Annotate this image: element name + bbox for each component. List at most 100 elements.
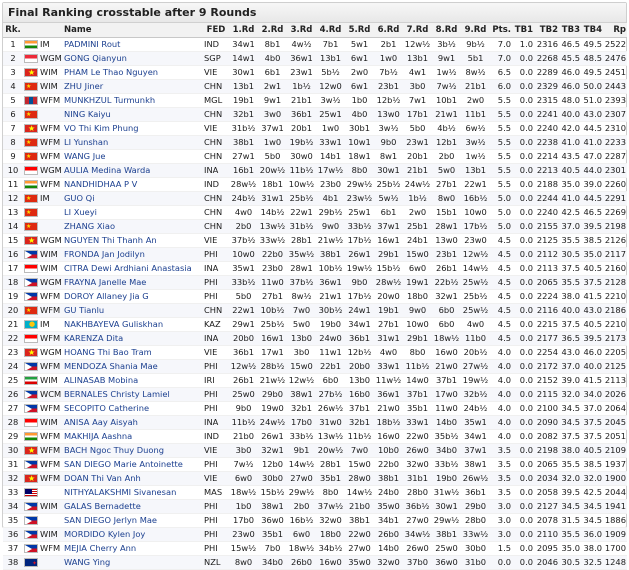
- player-name-link[interactable]: GALAS Bernadette: [63, 499, 203, 514]
- round-result-cell[interactable]: 37w1: [258, 121, 287, 136]
- round-result-cell[interactable]: 16w1: [258, 331, 287, 346]
- round-result-cell[interactable]: 30b0: [258, 471, 287, 486]
- round-result-cell[interactable]: 14w0: [403, 373, 432, 388]
- round-result-cell[interactable]: 20w½: [316, 443, 345, 458]
- player-name-link[interactable]: FRONDA Jan Jodilyn: [63, 247, 203, 262]
- round-result-cell[interactable]: 16b1: [229, 163, 258, 178]
- column-header-tb4[interactable]: TB4: [581, 23, 603, 38]
- player-name-link[interactable]: BERNALES Christy Lamiel: [63, 387, 203, 402]
- round-result-cell[interactable]: 21b1: [461, 79, 490, 94]
- round-result-cell[interactable]: 36b1: [461, 485, 490, 500]
- round-result-cell[interactable]: 7w0: [345, 443, 374, 458]
- round-result-cell[interactable]: 19w½: [345, 261, 374, 276]
- player-name-link[interactable]: SECOPITO Catherine: [63, 401, 203, 416]
- round-result-cell[interactable]: 14b0: [432, 415, 461, 430]
- round-result-cell[interactable]: 2w0: [461, 93, 490, 108]
- round-result-cell[interactable]: 24b½: [461, 401, 490, 416]
- round-result-cell[interactable]: 22w0: [403, 429, 432, 444]
- player-name-link[interactable]: MUNKHZUL Turmunkh: [63, 93, 203, 108]
- round-result-cell[interactable]: 36b1: [229, 345, 258, 360]
- round-result-cell[interactable]: 38w1: [461, 457, 490, 472]
- round-result-cell[interactable]: 32w0: [374, 555, 403, 570]
- round-result-cell[interactable]: 10w0: [403, 317, 432, 332]
- round-result-cell[interactable]: 5b1: [461, 51, 490, 66]
- player-name-link[interactable]: WANG Ying: [63, 555, 203, 570]
- round-result-cell[interactable]: 38b1: [316, 247, 345, 262]
- round-result-cell[interactable]: 3b0: [287, 345, 316, 360]
- round-result-cell[interactable]: 9b1: [287, 443, 316, 458]
- round-result-cell[interactable]: 4b0: [345, 107, 374, 122]
- round-result-cell[interactable]: 8b0: [316, 485, 345, 500]
- round-result-cell[interactable]: 1b0: [345, 93, 374, 108]
- round-result-cell[interactable]: 10w½: [287, 177, 316, 192]
- round-result-cell[interactable]: 22w1: [229, 303, 258, 318]
- round-result-cell[interactable]: 6w0: [403, 261, 432, 276]
- round-result-cell[interactable]: 16w0: [432, 345, 461, 360]
- round-result-cell[interactable]: 8w1: [374, 149, 403, 164]
- round-result-cell[interactable]: 1b½: [403, 191, 432, 206]
- round-result-cell[interactable]: 33w½: [461, 527, 490, 542]
- round-result-cell[interactable]: 31b1: [403, 471, 432, 486]
- round-result-cell[interactable]: 4w0: [374, 345, 403, 360]
- round-result-cell[interactable]: 16w1: [374, 233, 403, 248]
- round-result-cell[interactable]: 19b1: [229, 93, 258, 108]
- round-result-cell[interactable]: 21b0: [229, 429, 258, 444]
- player-name-link[interactable]: LI Yunshan: [63, 135, 203, 150]
- round-result-cell[interactable]: 1w½: [461, 149, 490, 164]
- player-name-link[interactable]: ANISA Aay Aisyah: [63, 415, 203, 430]
- round-result-cell[interactable]: 13w½: [316, 429, 345, 444]
- player-name-link[interactable]: WANG Jue: [63, 149, 203, 164]
- round-result-cell[interactable]: 35b1: [258, 527, 287, 542]
- round-result-cell[interactable]: 5w0: [287, 317, 316, 332]
- round-result-cell[interactable]: 1w0: [258, 135, 287, 150]
- round-result-cell[interactable]: 9w1: [432, 51, 461, 66]
- round-result-cell[interactable]: 25b½: [258, 317, 287, 332]
- round-result-cell[interactable]: 34w½: [403, 527, 432, 542]
- round-result-cell[interactable]: 18b0: [316, 527, 345, 542]
- round-result-cell[interactable]: 5b0: [258, 149, 287, 164]
- round-result-cell[interactable]: 19b1: [374, 303, 403, 318]
- round-result-cell[interactable]: 22w1: [461, 177, 490, 192]
- round-result-cell[interactable]: 2w0: [345, 65, 374, 80]
- round-result-cell[interactable]: 35b½: [432, 429, 461, 444]
- round-result-cell[interactable]: 29b½: [316, 205, 345, 220]
- round-result-cell[interactable]: 1b½: [287, 79, 316, 94]
- round-result-cell[interactable]: 28b1: [316, 457, 345, 472]
- round-result-cell[interactable]: 29b1: [374, 247, 403, 262]
- round-result-cell[interactable]: 13b1: [403, 51, 432, 66]
- round-result-cell[interactable]: 23b1: [374, 79, 403, 94]
- player-name-link[interactable]: BACH Ngoc Thuy Duong: [63, 443, 203, 458]
- round-result-cell[interactable]: 32w0: [403, 457, 432, 472]
- round-result-cell[interactable]: 27w0: [345, 541, 374, 556]
- player-name-link[interactable]: HOANG Thi Bao Tram: [63, 345, 203, 360]
- column-header-round-9[interactable]: 9.Rd: [461, 23, 490, 38]
- round-result-cell[interactable]: 37w½: [316, 499, 345, 514]
- player-name-link[interactable]: ZHU Jiner: [63, 79, 203, 94]
- round-result-cell[interactable]: 13w0: [374, 107, 403, 122]
- round-result-cell[interactable]: 38b1: [229, 135, 258, 150]
- round-result-cell[interactable]: 12w½: [461, 247, 490, 262]
- player-name-link[interactable]: ALINASAB Mobina: [63, 373, 203, 388]
- round-result-cell[interactable]: 9b0: [374, 135, 403, 150]
- round-result-cell[interactable]: 21b1: [287, 93, 316, 108]
- round-result-cell[interactable]: 34w1: [461, 429, 490, 444]
- column-header-round-8[interactable]: 8.Rd: [432, 23, 461, 38]
- round-result-cell[interactable]: 15b½: [374, 261, 403, 276]
- round-result-cell[interactable]: 30b½: [316, 303, 345, 318]
- round-result-cell[interactable]: 6b0: [432, 317, 461, 332]
- round-result-cell[interactable]: 34b½: [316, 541, 345, 556]
- round-result-cell[interactable]: 9w1: [258, 93, 287, 108]
- round-result-cell[interactable]: 11b½: [403, 359, 432, 374]
- round-result-cell[interactable]: 27w1: [229, 149, 258, 164]
- round-result-cell[interactable]: 7w½: [229, 457, 258, 472]
- player-name-link[interactable]: MEJIA Cherry Ann: [63, 541, 203, 556]
- round-result-cell[interactable]: 5w1: [345, 37, 374, 52]
- round-result-cell[interactable]: 37b½: [229, 233, 258, 248]
- player-name-link[interactable]: NITHYALAKSHMI Sivanesan: [63, 485, 203, 500]
- round-result-cell[interactable]: 32b½: [461, 387, 490, 402]
- round-result-cell[interactable]: 23w0: [461, 233, 490, 248]
- round-result-cell[interactable]: 29w½: [287, 485, 316, 500]
- round-result-cell[interactable]: 25w0: [229, 387, 258, 402]
- round-result-cell[interactable]: 12b1: [432, 135, 461, 150]
- round-result-cell[interactable]: 10w0: [461, 205, 490, 220]
